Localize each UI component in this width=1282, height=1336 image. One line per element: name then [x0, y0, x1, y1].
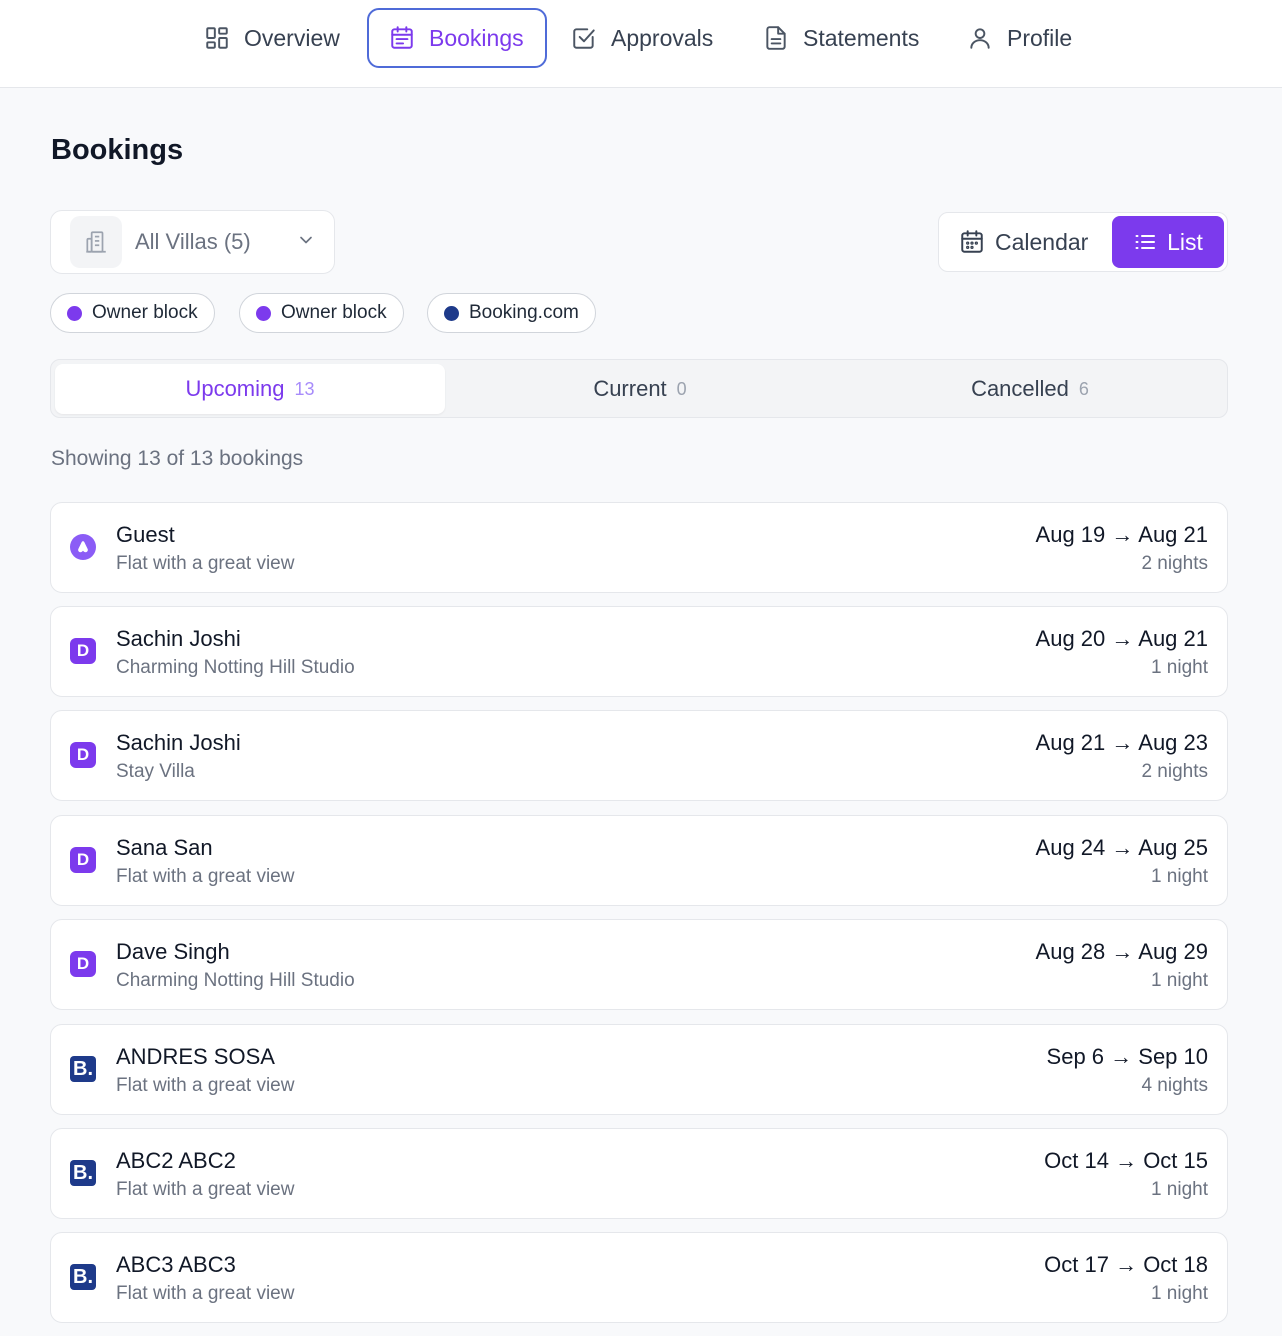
- legend-label: Owner block: [281, 302, 387, 323]
- document-icon: [766, 26, 786, 50]
- list-view-button[interactable]: List: [1112, 216, 1224, 268]
- view-toggle: Calendar List: [938, 212, 1228, 272]
- calendar-view-label: Calendar: [995, 228, 1089, 255]
- booking-card[interactable]: D Sachin Joshi Charming Notting Hill Stu…: [50, 606, 1228, 697]
- guest-name: Sachin Joshi: [116, 626, 241, 651]
- booking-dates: Aug 19 → Aug 21: [1035, 522, 1208, 547]
- user-icon: [970, 28, 990, 49]
- nav-bookings[interactable]: Bookings: [367, 8, 547, 68]
- list-icon: [1135, 235, 1156, 249]
- guest-name: ABC2 ABC2: [116, 1148, 236, 1173]
- booking-nights: 2 nights: [1141, 553, 1208, 574]
- airbnb-icon: [70, 534, 96, 560]
- booking-com-icon: B.: [70, 1160, 96, 1186]
- guest-name: Sachin Joshi: [116, 730, 241, 755]
- nav-statements-label: Statements: [803, 24, 920, 51]
- check-square-icon: [573, 28, 595, 49]
- calendar-icon: [391, 26, 413, 49]
- tab-current[interactable]: Current 0: [445, 364, 835, 414]
- booking-card[interactable]: D Sana San Flat with a great view Aug 24…: [50, 815, 1228, 906]
- property-name: Charming Notting Hill Studio: [116, 657, 355, 678]
- legend-dot: [67, 305, 82, 321]
- property-name: Flat with a great view: [116, 866, 295, 887]
- booking-dates: Sep 6 → Sep 10: [1046, 1044, 1208, 1069]
- booking-nights: 1 night: [1150, 866, 1208, 887]
- villa-select-value: All Villas (5): [135, 229, 251, 254]
- property-name: Flat with a great view: [116, 1179, 295, 1200]
- booking-dates: Oct 17 → Oct 18: [1044, 1252, 1208, 1277]
- tab-count: 13: [294, 378, 315, 399]
- legend-label: Owner block: [92, 302, 198, 323]
- villa-select[interactable]: All Villas (5): [50, 210, 335, 274]
- nav-overview[interactable]: Overview: [184, 8, 360, 68]
- top-navigation: Overview Bookings Approvals Statements P…: [0, 0, 1282, 88]
- tab-cancelled[interactable]: Cancelled 6: [835, 364, 1225, 414]
- booking-dates: Aug 28 → Aug 29: [1035, 939, 1208, 964]
- booking-dates: Aug 21 → Aug 23: [1035, 730, 1208, 755]
- property-name: Flat with a great view: [116, 1283, 295, 1304]
- booking-com-icon: B.: [70, 1056, 96, 1082]
- legend-dot: [256, 305, 271, 321]
- nav-approvals-label: Approvals: [611, 24, 714, 51]
- results-summary: Showing 13 of 13 bookings: [51, 447, 304, 470]
- grid-icon: [206, 27, 228, 49]
- direct-booking-icon: D: [70, 951, 96, 977]
- property-name: Charming Notting Hill Studio: [116, 970, 355, 991]
- nav-overview-label: Overview: [244, 24, 340, 51]
- booking-com-icon: B.: [70, 1264, 96, 1290]
- booking-nights: 4 nights: [1141, 1075, 1208, 1096]
- tab-count: 6: [1078, 378, 1089, 399]
- chevron-down-icon: [296, 230, 316, 255]
- guest-name: Guest: [116, 522, 175, 547]
- nav-statements[interactable]: Statements: [743, 8, 939, 68]
- booking-card[interactable]: D Sachin Joshi Stay Villa Aug 21 → Aug 2…: [50, 710, 1228, 801]
- booking-card[interactable]: B. ABC2 ABC2 Flat with a great view Oct …: [50, 1128, 1228, 1219]
- calendar-icon: [961, 230, 983, 253]
- booking-nights: 1 night: [1150, 1179, 1208, 1200]
- property-name: Flat with a great view: [116, 553, 295, 574]
- booking-dates: Aug 20 → Aug 21: [1035, 626, 1208, 651]
- legend-chip-owner-block[interactable]: Owner block: [239, 293, 404, 333]
- booking-nights: 2 nights: [1141, 761, 1208, 782]
- property-name: Flat with a great view: [116, 1075, 295, 1096]
- nav-approvals[interactable]: Approvals: [551, 8, 733, 68]
- booking-nights: 1 night: [1150, 970, 1208, 991]
- booking-card[interactable]: B. ABC3 ABC3 Flat with a great view Oct …: [50, 1232, 1228, 1323]
- nav-profile[interactable]: Profile: [947, 8, 1092, 68]
- booking-status-tabs: Upcoming 13 Current 0 Cancelled 6: [50, 359, 1228, 418]
- property-name: Stay Villa: [116, 761, 195, 782]
- booking-dates: Aug 24 → Aug 25: [1035, 835, 1208, 860]
- page-title: Bookings: [51, 134, 184, 166]
- legend-dot: [444, 305, 459, 321]
- direct-booking-icon: D: [70, 847, 96, 873]
- booking-dates: Oct 14 → Oct 15: [1044, 1148, 1208, 1173]
- calendar-view-button[interactable]: Calendar: [959, 216, 1109, 268]
- tab-label: Current: [593, 376, 667, 401]
- booking-nights: 1 night: [1150, 657, 1208, 678]
- tab-label: Upcoming: [185, 376, 285, 401]
- guest-name: Dave Singh: [116, 939, 230, 964]
- guest-name: ABC3 ABC3: [116, 1252, 236, 1277]
- legend-chip-booking-com[interactable]: Booking.com: [427, 293, 596, 333]
- building-icon: [70, 216, 122, 268]
- direct-booking-icon: D: [70, 638, 96, 664]
- guest-name: ANDRES SOSA: [116, 1044, 275, 1069]
- booking-card[interactable]: B. ANDRES SOSA Flat with a great view Se…: [50, 1024, 1228, 1115]
- booking-nights: 1 night: [1150, 1283, 1208, 1304]
- tab-label: Cancelled: [971, 376, 1069, 401]
- nav-profile-label: Profile: [1007, 24, 1073, 51]
- direct-booking-icon: D: [70, 742, 96, 768]
- legend-label: Booking.com: [469, 302, 579, 323]
- tab-count: 0: [676, 378, 687, 399]
- booking-card[interactable]: Guest Flat with a great view Aug 19 → Au…: [50, 502, 1228, 593]
- legend-chip-owner-block[interactable]: Owner block: [50, 293, 215, 333]
- tab-upcoming[interactable]: Upcoming 13: [55, 364, 445, 414]
- booking-card[interactable]: D Dave Singh Charming Notting Hill Studi…: [50, 919, 1228, 1010]
- guest-name: Sana San: [116, 835, 213, 860]
- list-view-label: List: [1167, 228, 1203, 255]
- nav-bookings-label: Bookings: [429, 24, 524, 51]
